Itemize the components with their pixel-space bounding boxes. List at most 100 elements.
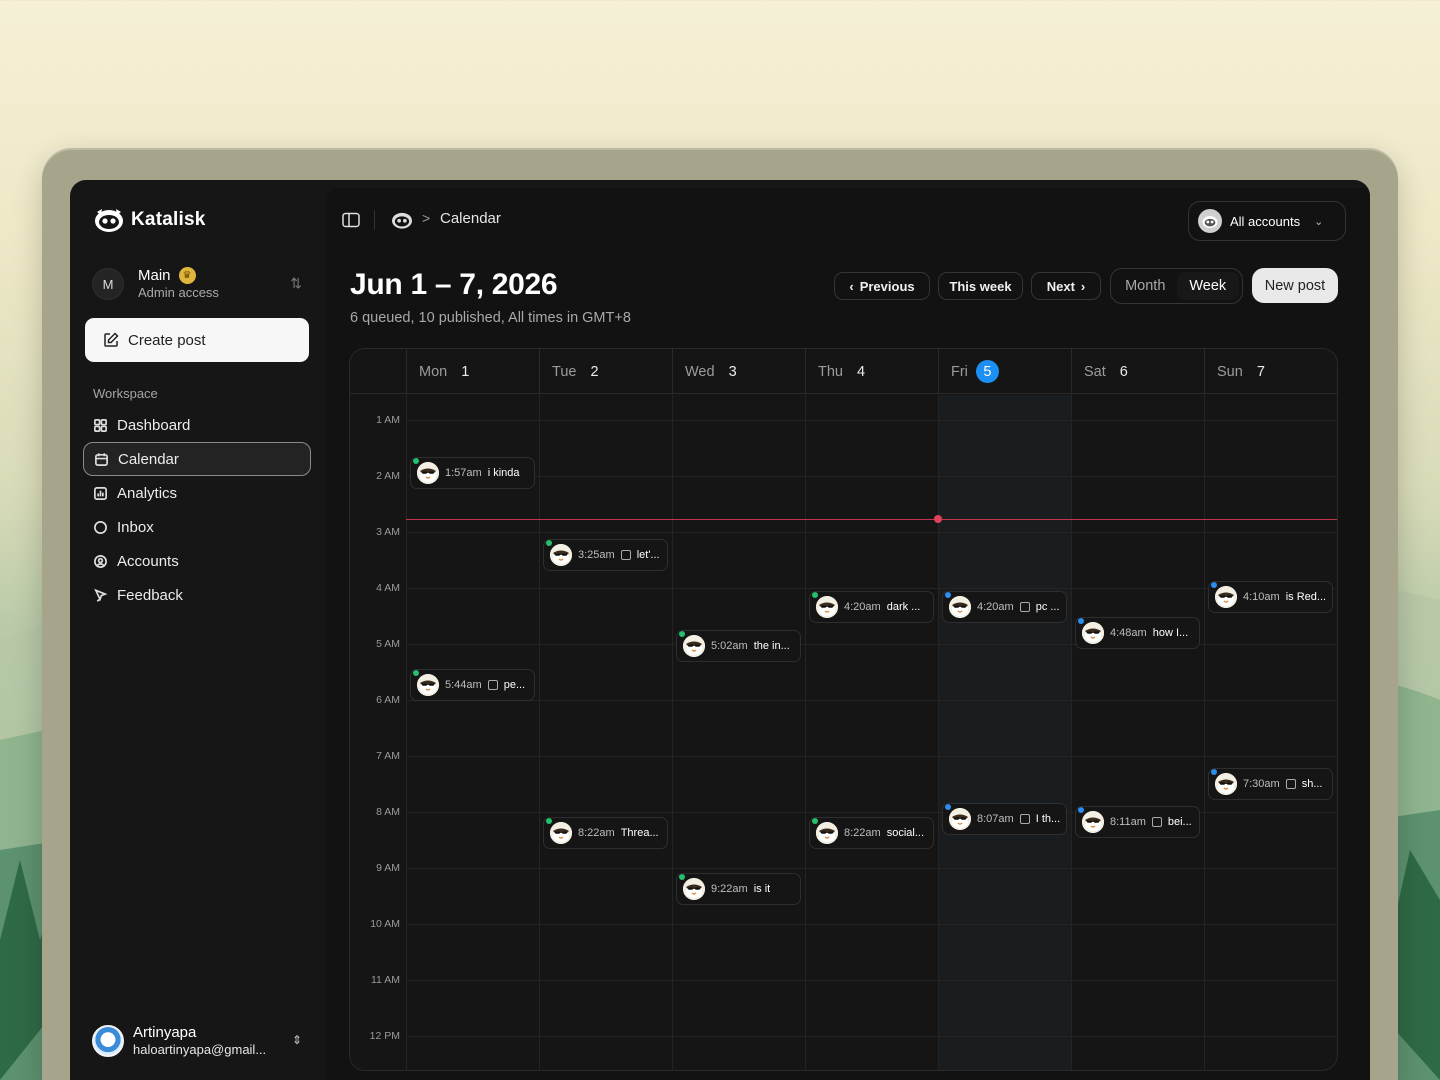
event-text: Threa... [620, 826, 659, 839]
analytics-icon [94, 486, 107, 500]
workspace-logo-icon[interactable] [390, 210, 414, 230]
sidebar-item-label: Dashboard [117, 416, 191, 434]
topbar: > Calendar All accounts ⌄ [326, 188, 1370, 250]
image-icon [1285, 779, 1296, 789]
sidebar-item-calendar[interactable]: Calendar [83, 442, 311, 476]
hour-gridline [406, 980, 1337, 981]
day-header-sun[interactable]: Sun 7 [1204, 349, 1337, 394]
breadcrumb-current: Calendar [440, 210, 501, 227]
column-divider [672, 395, 673, 1070]
sidebar-toggle-icon[interactable] [342, 212, 360, 228]
inbox-icon [94, 520, 107, 534]
calendar-event[interactable]: 4:48am how I... [1075, 616, 1200, 649]
column-divider [539, 395, 540, 1070]
event-time: 9:22am [711, 882, 748, 895]
main-panel: > Calendar All accounts ⌄ Jun 1 – 7, 202… [326, 188, 1370, 1080]
accounts-filter-label: All accounts [1230, 213, 1301, 229]
calendar-event[interactable]: 8:11am bei... [1075, 806, 1200, 839]
view-month-option[interactable]: Month [1114, 272, 1177, 300]
hour-label: 10 AM [370, 918, 400, 930]
calendar-event[interactable]: 5:02am the in... [676, 629, 801, 662]
user-name: Artinyapa [133, 1024, 197, 1041]
hour-gridline [406, 756, 1337, 757]
calendar-event[interactable]: 1:57am i kinda [410, 457, 535, 490]
event-time: 3:25am [578, 549, 615, 562]
day-header-tue[interactable]: Tue 2 [539, 349, 672, 394]
hour-gridline [406, 476, 1337, 477]
next-button[interactable]: Next › [1031, 272, 1101, 300]
account-avatar [812, 591, 838, 618]
calendar-event[interactable]: 4:10am is Red... [1208, 581, 1333, 614]
calendar-event[interactable]: 3:25am let'... [543, 539, 668, 572]
event-time: 8:11am [1110, 816, 1146, 829]
calendar-day-header: Mon 1 Tue 2 Wed 3 Thu 4 Fri 5 Sat 6 Sun 7 [350, 349, 1337, 394]
sidebar-item-accounts[interactable]: Accounts [83, 544, 311, 578]
day-header-fri[interactable]: Fri 5 [938, 349, 1071, 394]
user-menu[interactable]: Artinyapa haloartinyapa@gmail... ⇕ [92, 1024, 302, 1058]
create-post-button[interactable]: Create post [85, 318, 309, 362]
previous-button[interactable]: ‹ Previous [834, 272, 930, 300]
calendar-event[interactable]: 4:20am pc ... [942, 590, 1067, 623]
sidebar-item-inbox[interactable]: Inbox [83, 510, 311, 544]
account-avatar [679, 873, 705, 900]
calendar-event[interactable]: 4:20am dark ... [809, 590, 934, 623]
day-header-thu[interactable]: Thu 4 [805, 349, 938, 394]
account-avatar [1078, 617, 1104, 644]
account-avatar [413, 670, 439, 697]
calendar-event[interactable]: 8:22am social... [809, 816, 934, 849]
hour-gridline [406, 1036, 1337, 1037]
hour-label: 5 AM [376, 638, 400, 650]
calendar-event[interactable]: 8:22am Threa... [543, 816, 668, 849]
this-week-button[interactable]: This week [938, 272, 1023, 300]
calendar-event[interactable]: 5:44am pe... [410, 669, 535, 702]
brand[interactable]: Katalisk [93, 206, 205, 234]
sidebar: Katalisk M Main ♛ Admin access ⇅ Create … [70, 180, 325, 1080]
view-week-option[interactable]: Week [1176, 272, 1239, 300]
image-icon [1019, 601, 1030, 612]
sidebar-item-analytics[interactable]: Analytics [83, 476, 311, 510]
hour-gridline [406, 700, 1337, 701]
topbar-divider [374, 210, 375, 230]
page-title: Jun 1 – 7, 2026 [350, 268, 558, 301]
sidebar-item-label: Accounts [117, 552, 179, 570]
image-icon [1019, 813, 1030, 824]
sidebar-item-feedback[interactable]: Feedback [83, 578, 311, 612]
workspace-switcher[interactable]: M Main ♛ Admin access ⇅ [92, 266, 302, 302]
sidebar-item-label: Calendar [118, 450, 179, 468]
day-name: Mon [419, 363, 448, 380]
event-time: 7:30am [1243, 778, 1280, 790]
event-time: 8:22am [578, 826, 615, 839]
hour-label: 1 AM [376, 414, 400, 426]
status-dot [812, 591, 818, 598]
hour-label: 8 AM [376, 806, 400, 818]
hour-label: 4 AM [376, 582, 400, 594]
day-name: Sat [1084, 363, 1106, 380]
accounts-filter-dropdown[interactable]: All accounts ⌄ [1188, 201, 1346, 241]
event-time: 4:20am [844, 600, 881, 613]
accounts-avatar [1198, 209, 1222, 233]
day-name: Thu [818, 363, 843, 380]
week-calendar: Mon 1 Tue 2 Wed 3 Thu 4 Fri 5 Sat 6 Sun 7 1 AM 2 AM 3 A… [349, 348, 1338, 1071]
new-post-button[interactable]: New post [1252, 268, 1338, 303]
calendar-event[interactable]: 7:30am sh... [1208, 768, 1333, 800]
day-header-mon[interactable]: Mon 1 [406, 349, 539, 394]
workspace-avatar: M [92, 268, 124, 300]
day-header-wed[interactable]: Wed 3 [672, 349, 805, 394]
edit-icon [104, 332, 119, 347]
current-time-line [406, 518, 1337, 520]
day-header-sat[interactable]: Sat 6 [1071, 349, 1204, 394]
this-week-label: This week [949, 278, 1012, 294]
hour-gridline [406, 924, 1337, 925]
previous-label: Previous [859, 278, 915, 294]
calendar-event[interactable]: 9:22am is it [676, 872, 801, 905]
event-text: pc ... [1035, 600, 1060, 613]
calendar-event[interactable]: 8:07am I th... [942, 802, 1067, 835]
day-number: 7 [1256, 363, 1265, 380]
event-text: social... [886, 826, 924, 839]
calendar-grid[interactable]: 1 AM 2 AM 3 AM 4 AM 5 AM 6 AM 7 AM 8 AM 9 AM 10 A… [350, 395, 1337, 1070]
user-avatar [92, 1025, 124, 1057]
sidebar-item-label: Analytics [117, 484, 178, 502]
sidebar-item-label: Feedback [117, 586, 183, 604]
hour-gridline [406, 868, 1337, 869]
sidebar-item-dashboard[interactable]: Dashboard [83, 408, 311, 442]
